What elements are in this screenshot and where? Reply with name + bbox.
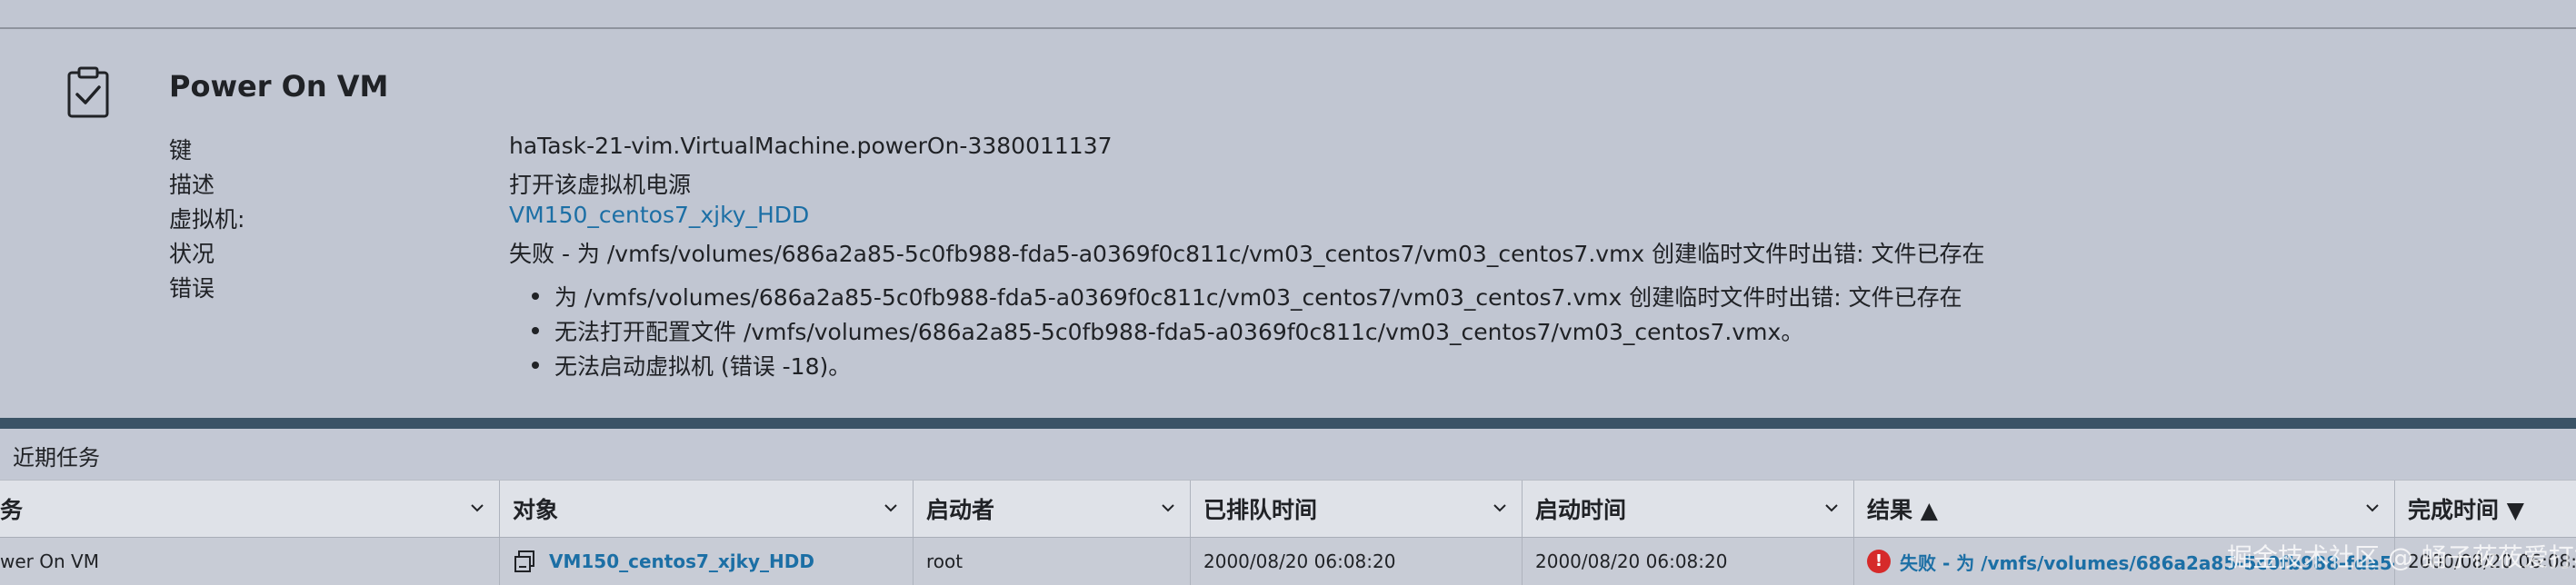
status-value: 失败 - 为 /vmfs/volumes/686a2a85-5c0fb988-f…: [509, 241, 1985, 267]
cell-queued-time: 2000/08/20 06:08:20: [1191, 538, 1523, 585]
clipboard-check-icon: [67, 66, 109, 118]
description-label: 描述: [169, 172, 215, 198]
object-link[interactable]: VM150_centos7_xjky_HDD: [549, 550, 814, 572]
chevron-down-icon[interactable]: [470, 501, 484, 515]
grid-header: 务 对象 启动者 已排队时间 启动时间 结果 ▲ 完成时间 ▼: [0, 480, 2576, 538]
table-row[interactable]: wer On VM VM150_centos7_xjky_HDD root 20…: [0, 538, 2576, 585]
error-icon: !: [1867, 550, 1891, 573]
key-label: 键: [169, 137, 193, 164]
cell-initiator: root: [914, 538, 1191, 585]
key-value: haTask-21-vim.VirtualMachine.powerOn-338…: [509, 133, 1113, 159]
column-header-initiator[interactable]: 启动者: [914, 481, 1191, 537]
column-header-task[interactable]: 务: [0, 481, 500, 537]
recent-tasks-panel: 近期任务 务 对象 启动者 已排队时间 启动时间 结果 ▲ 完成时间 ▼ wer…: [0, 429, 2576, 585]
cell-object: VM150_centos7_xjky_HDD: [500, 538, 914, 585]
chevron-down-icon[interactable]: [1161, 501, 1175, 515]
chevron-down-icon[interactable]: [2365, 501, 2380, 515]
column-header-completed-time[interactable]: 完成时间 ▼: [2395, 481, 2576, 537]
vm-label: 虚拟机:: [169, 206, 245, 233]
task-title: Power On VM: [169, 69, 389, 104]
vm-link[interactable]: VM150_centos7_xjky_HDD: [509, 202, 809, 228]
column-header-queued-time[interactable]: 已排队时间: [1191, 481, 1523, 537]
watermark: 掘金技术社区 @ 蛹子莜莜爱打杆: [2227, 542, 2576, 572]
description-value: 打开该虚拟机电源: [509, 172, 692, 198]
column-header-result[interactable]: 结果 ▲: [1854, 481, 2395, 537]
panel-splitter[interactable]: [0, 418, 2576, 429]
chevron-down-icon[interactable]: [1824, 501, 1839, 515]
virtual-machine-icon: [514, 550, 534, 572]
column-header-object[interactable]: 对象: [500, 481, 914, 537]
cell-start-time: 2000/08/20 06:08:20: [1523, 538, 1854, 585]
error-label: 错误: [169, 275, 215, 302]
status-label: 状况: [169, 241, 215, 267]
error-list: 为 /vmfs/volumes/686a2a85-5c0fb988-fda5-a…: [532, 280, 1962, 383]
cell-task: wer On VM: [0, 538, 500, 585]
error-item: 无法启动虚拟机 (错误 -18)。: [532, 349, 1962, 383]
recent-tasks-title: 近期任务: [13, 445, 100, 471]
chevron-down-icon[interactable]: [1493, 501, 1507, 515]
column-header-start-time[interactable]: 启动时间: [1523, 481, 1854, 537]
error-item: 无法打开配置文件 /vmfs/volumes/686a2a85-5c0fb988…: [532, 314, 1962, 349]
error-item: 为 /vmfs/volumes/686a2a85-5c0fb988-fda5-a…: [532, 280, 1962, 314]
task-detail-panel: Power On VM 键 haTask-21-vim.VirtualMachi…: [0, 29, 2576, 418]
chevron-down-icon[interactable]: [884, 501, 898, 515]
